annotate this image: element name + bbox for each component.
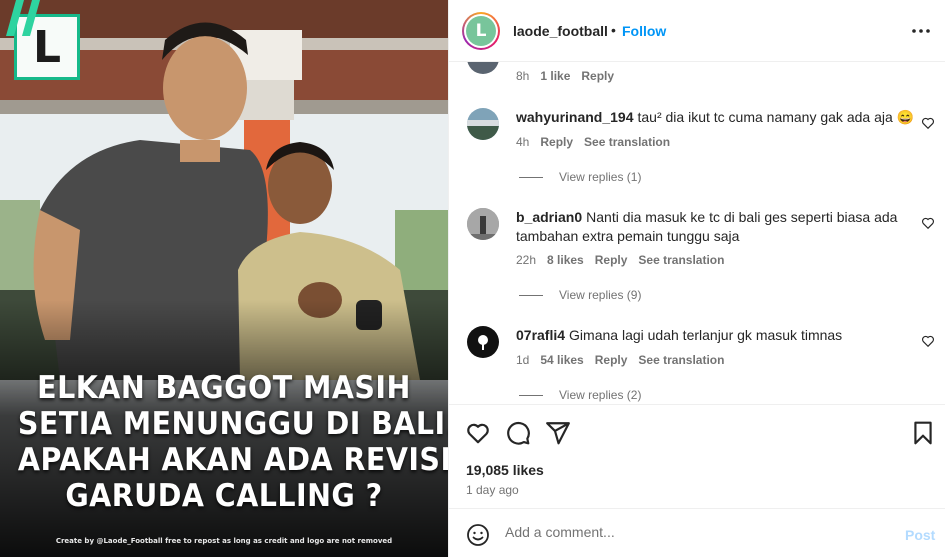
post-headline: ELKAN BAGGOT MASIH SETIA MENUNGGU DI BAL… <box>17 370 448 514</box>
heart-icon[interactable] <box>465 420 491 446</box>
comment-likes[interactable]: 8 likes <box>547 253 584 267</box>
headline-line: ELKAN BAGGOT MASIH <box>37 370 411 406</box>
comment-time: 22h <box>516 253 537 267</box>
bookmark-icon[interactable] <box>910 420 936 446</box>
view-replies-button[interactable]: View replies (1) <box>519 170 641 184</box>
headline-line: APAKAH AKAN ADA REVISI <box>17 442 448 478</box>
comment-avatar[interactable] <box>467 208 499 240</box>
view-replies-button[interactable]: View replies (2) <box>519 388 641 402</box>
more-horizontal-icon[interactable] <box>911 21 931 41</box>
share-icon[interactable] <box>545 420 571 446</box>
comment-username[interactable]: 07rafli4 <box>516 327 565 343</box>
comment-reply-button[interactable]: Reply <box>595 253 628 267</box>
comment-avatar[interactable] <box>467 62 499 74</box>
comment-likes[interactable]: 1 like <box>540 69 570 83</box>
post-header: L laode_football • Follow <box>449 0 945 62</box>
emoji-icon[interactable] <box>466 523 490 547</box>
comment-username[interactable]: b_adrian0 <box>516 209 582 225</box>
comment-text: Gimana lagi udah terlanjur gk masuk timn… <box>569 327 843 343</box>
comment-username[interactable]: wahyurinand_194 <box>516 109 634 125</box>
view-replies-label: View replies (2) <box>559 388 642 402</box>
comment-avatar[interactable] <box>467 326 499 358</box>
post-actions: 19,085 likes 1 day ago <box>449 404 945 509</box>
view-replies-label: View replies (9) <box>559 288 642 302</box>
comment-body: wahyurinand_194 tau² dia ikut tc cuma nam… <box>516 108 916 127</box>
comment-composer: Post <box>449 510 945 557</box>
comment-meta: 4h Reply See translation <box>516 135 681 149</box>
comment-likes[interactable]: 54 likes <box>540 353 583 367</box>
posted-time: 1 day ago <box>466 483 519 497</box>
comment-body: 07rafli4 Gimana lagi udah terlanjur gk ma… <box>516 326 916 345</box>
comment-reply-button[interactable]: Reply <box>540 135 573 149</box>
comment-time: 4h <box>516 135 530 149</box>
comment-meta: 22h 8 likes Reply See translation <box>516 253 735 267</box>
comment-input[interactable] <box>505 524 885 540</box>
comment-avatar[interactable] <box>467 108 499 140</box>
header-separator: • <box>611 22 616 38</box>
comment-like-heart-icon[interactable] <box>921 334 935 348</box>
follow-button[interactable]: Follow <box>622 23 666 39</box>
quote-icon <box>6 0 40 36</box>
likes-count[interactable]: 19,085 likes <box>466 462 544 478</box>
comment-icon[interactable] <box>505 420 531 446</box>
comments-list[interactable]: 8h 1 like Reply wahyurinand_194 tau² dia ik… <box>449 62 945 404</box>
comment-like-heart-icon[interactable] <box>921 216 935 230</box>
credit-text: Create by @Laode_Football free to repost… <box>55 537 393 545</box>
comment-meta: 8h 1 like Reply <box>516 69 625 83</box>
comment-like-heart-icon[interactable] <box>921 116 935 130</box>
post-media[interactable]: L ELKAN BAGGOT MASIH SETIA MENUNGGU DI B… <box>0 0 448 557</box>
comment-meta: 1d 54 likes Reply See translation <box>516 353 735 367</box>
comment-text: tau² dia ikut tc cuma namany gak ada aja… <box>637 109 915 125</box>
author-avatar[interactable]: L <box>462 12 500 50</box>
see-translation-link[interactable]: See translation <box>638 253 724 267</box>
author-avatar-letter: L <box>475 21 487 41</box>
headline-line: GARUDA CALLING ? <box>65 478 383 514</box>
see-translation-link[interactable]: See translation <box>638 353 724 367</box>
headline-line: SETIA MENUNGGU DI BALI. <box>17 406 448 442</box>
comment-body: b_adrian0 Nanti dia masuk ke tc di bali g… <box>516 208 916 246</box>
comment-reply-button[interactable]: Reply <box>581 69 614 83</box>
comment-time: 1d <box>516 353 530 367</box>
post-details-panel: L laode_football • Follow 8h 1 like Reply … <box>448 0 945 557</box>
post-button[interactable]: Post <box>905 527 935 543</box>
view-replies-label: View replies (1) <box>559 170 642 184</box>
see-translation-link[interactable]: See translation <box>584 135 670 149</box>
author-username[interactable]: laode_football <box>513 23 608 39</box>
comment-reply-button[interactable]: Reply <box>595 353 628 367</box>
view-replies-button[interactable]: View replies (9) <box>519 288 641 302</box>
comment-time: 8h <box>516 69 530 83</box>
